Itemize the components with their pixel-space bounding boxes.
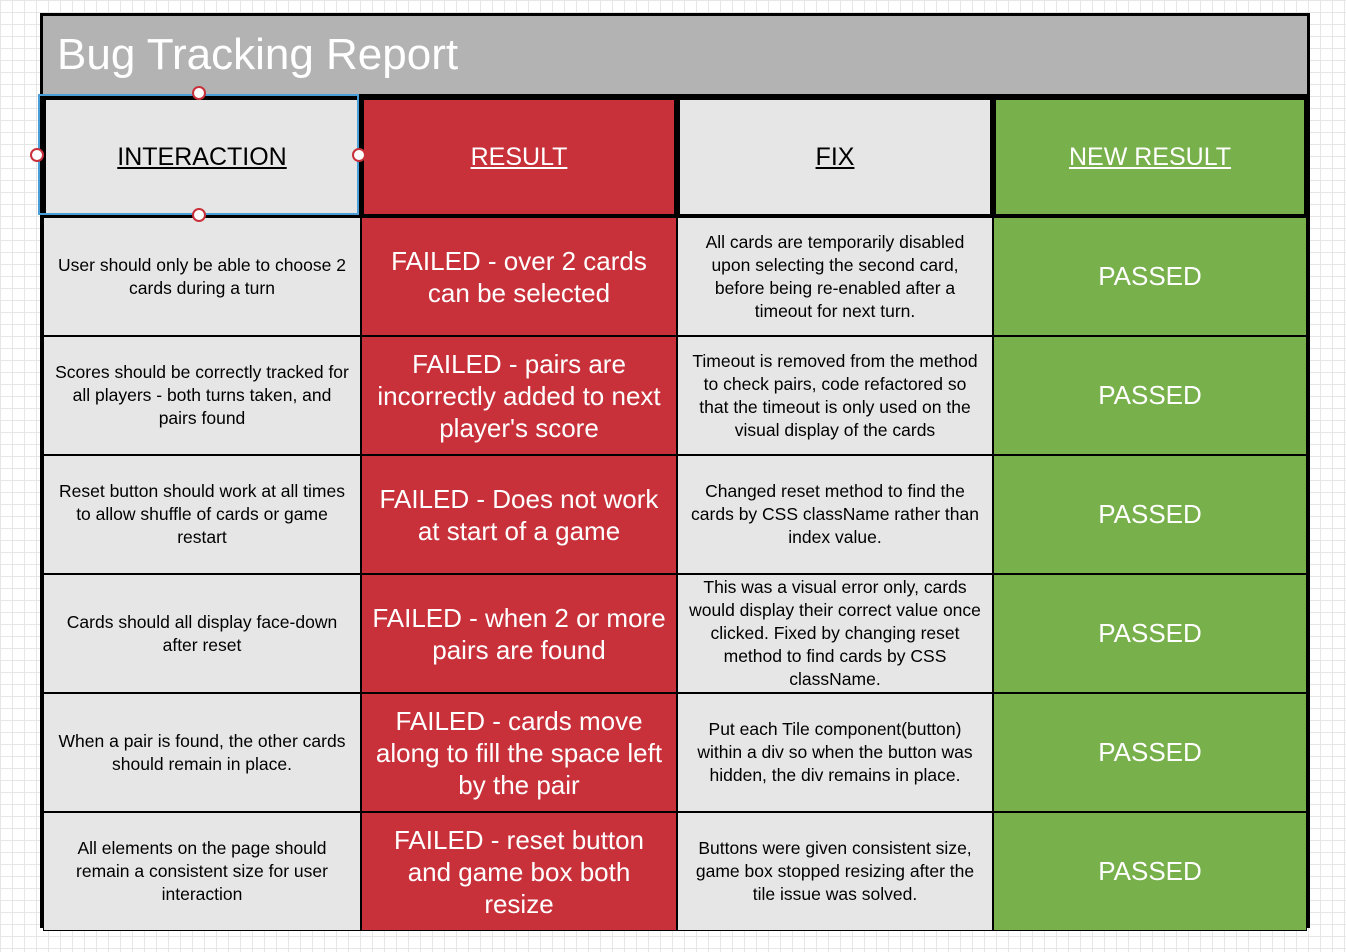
row-5-fix[interactable]: Put each Tile component(button) within a… — [677, 693, 993, 812]
row-1-interaction[interactable]: User should only be able to choose 2 car… — [43, 217, 361, 336]
row-4-result[interactable]: FAILED - when 2 or more pairs are found — [361, 574, 677, 693]
row-5-new-result[interactable]: PASSED — [993, 693, 1307, 812]
row-2-interaction[interactable]: Scores should be correctly tracked for a… — [43, 336, 361, 455]
row-3-new-result[interactable]: PASSED — [993, 455, 1307, 574]
resize-handle-top[interactable] — [192, 86, 206, 100]
header-result-label: RESULT — [470, 142, 568, 171]
row-6-result-text: FAILED - reset button and game box both … — [393, 824, 644, 919]
row-5-fix-text: Put each Tile component(button) within a… — [697, 719, 973, 785]
row-6-fix[interactable]: Buttons were given consistent size, game… — [677, 812, 993, 931]
row-4-fix-text: This was a visual error only, cards woul… — [689, 577, 981, 689]
row-2-result[interactable]: FAILED - pairs are incorrectly added to … — [361, 336, 677, 455]
row-3-fix[interactable]: Changed reset method to find the cards b… — [677, 455, 993, 574]
title-bar: Bug Tracking Report — [43, 16, 1307, 97]
row-4-interaction-text: Cards should all display face-down after… — [66, 611, 338, 655]
row-4-interaction[interactable]: Cards should all display face-down after… — [43, 574, 361, 693]
row-3-fix-text: Changed reset method to find the cards b… — [691, 481, 979, 547]
row-1-new-result[interactable]: PASSED — [993, 217, 1307, 336]
row-2-interaction-text: Scores should be correctly tracked for a… — [55, 362, 349, 428]
row-6-interaction[interactable]: All elements on the page should remain a… — [43, 812, 361, 931]
row-5-interaction-text: When a pair is found, the other cards sh… — [58, 730, 346, 774]
header-fix-label: FIX — [815, 142, 855, 171]
row-1-result[interactable]: FAILED - over 2 cards can be selected — [361, 217, 677, 336]
header-fix[interactable]: FIX — [677, 97, 993, 217]
row-3-new-result-text: PASSED — [1098, 499, 1202, 529]
header-new-result[interactable]: NEW RESULT — [993, 97, 1307, 217]
row-3-interaction-text: Reset button should work at all times to… — [59, 481, 345, 547]
header-interaction-label: INTERACTION — [117, 142, 287, 171]
row-4-result-text: FAILED - when 2 or more pairs are found — [372, 602, 666, 665]
row-4-fix[interactable]: This was a visual error only, cards woul… — [677, 574, 993, 693]
row-5-interaction[interactable]: When a pair is found, the other cards sh… — [43, 693, 361, 812]
row-4-new-result[interactable]: PASSED — [993, 574, 1307, 693]
row-6-result[interactable]: FAILED - reset button and game box both … — [361, 812, 677, 931]
row-3-interaction[interactable]: Reset button should work at all times to… — [43, 455, 361, 574]
row-2-new-result-text: PASSED — [1098, 380, 1202, 410]
report-title: Bug Tracking Report — [57, 30, 459, 79]
row-4-new-result-text: PASSED — [1098, 618, 1202, 648]
row-1-new-result-text: PASSED — [1098, 261, 1202, 291]
row-1-result-text: FAILED - over 2 cards can be selected — [391, 245, 647, 308]
row-6-new-result[interactable]: PASSED — [993, 812, 1307, 931]
row-1-fix-text: All cards are temporarily disabled upon … — [705, 231, 965, 321]
row-3-result-text: FAILED - Does not work at start of a gam… — [379, 483, 659, 546]
row-6-new-result-text: PASSED — [1098, 856, 1202, 886]
row-5-new-result-text: PASSED — [1098, 737, 1202, 767]
bug-report-table: Bug Tracking Report INTERACTION RESULT F… — [40, 13, 1310, 931]
resize-handle-left[interactable] — [30, 148, 44, 162]
resize-handle-right[interactable] — [352, 148, 366, 162]
row-1-fix[interactable]: All cards are temporarily disabled upon … — [677, 217, 993, 336]
row-2-fix[interactable]: Timeout is removed from the method to ch… — [677, 336, 993, 455]
header-result[interactable]: RESULT — [361, 97, 677, 217]
row-5-result[interactable]: FAILED - cards move along to fill the sp… — [361, 693, 677, 812]
header-interaction[interactable]: INTERACTION — [43, 97, 361, 217]
header-new-result-label: NEW RESULT — [1068, 142, 1232, 171]
row-6-interaction-text: All elements on the page should remain a… — [76, 838, 328, 904]
row-1-interaction-text: User should only be able to choose 2 car… — [58, 254, 346, 298]
resize-handle-bottom[interactable] — [192, 208, 206, 222]
row-2-result-text: FAILED - pairs are incorrectly added to … — [377, 348, 661, 443]
row-3-result[interactable]: FAILED - Does not work at start of a gam… — [361, 455, 677, 574]
row-5-result-text: FAILED - cards move along to fill the sp… — [375, 705, 663, 800]
row-2-fix-text: Timeout is removed from the method to ch… — [692, 350, 978, 440]
row-2-new-result[interactable]: PASSED — [993, 336, 1307, 455]
row-6-fix-text: Buttons were given consistent size, game… — [695, 838, 975, 904]
